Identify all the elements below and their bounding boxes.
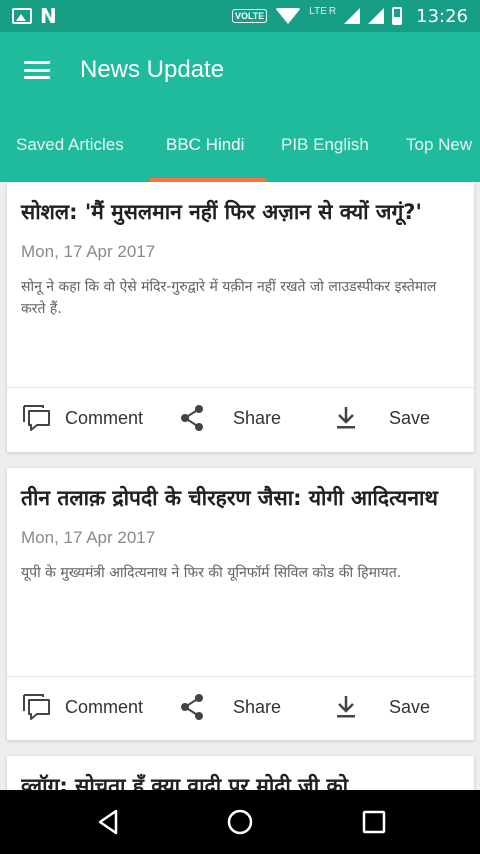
tab-bbc-hindi[interactable]: BBC Hindi: [166, 108, 244, 182]
save-label: Save: [389, 696, 431, 717]
share-label: Share: [233, 696, 282, 717]
tab-saved-articles[interactable]: Saved Articles: [16, 108, 124, 182]
save-button[interactable]: Save: [335, 405, 430, 431]
comment-label: Comment: [65, 407, 144, 428]
battery-icon: [392, 7, 403, 25]
article-card[interactable]: तीन तलाक़ द्रोपदी के चीरहरण जैसा: योगी आ…: [7, 468, 474, 740]
download-icon: [337, 407, 355, 429]
comment-button[interactable]: Comment: [21, 404, 143, 432]
share-label: Share: [233, 407, 282, 428]
article-card[interactable]: व्लॉग: सोचता हूँ क्या वादी पर मोदी जी को: [7, 756, 474, 790]
signal-icon-2: [368, 8, 385, 24]
system-nav-bar: [0, 790, 480, 854]
save-button[interactable]: Save: [335, 694, 430, 720]
app-title: News Update: [80, 56, 225, 83]
share-icon: [181, 405, 203, 431]
share-button[interactable]: Share: [179, 693, 281, 721]
comment-icon: [23, 694, 50, 720]
card-actions: Comment Share Save: [7, 679, 474, 735]
article-title[interactable]: सोशल: 'मैं मुसलमान नहीं फिर अज़ान से क्य…: [21, 196, 460, 228]
hamburger-menu-icon[interactable]: [24, 61, 50, 79]
article-card[interactable]: सोशल: 'मैं मुसलमान नहीं फिर अज़ान से क्य…: [7, 182, 474, 452]
lte-label: LTE: [309, 5, 327, 17]
app-bar: News Update: [0, 32, 480, 108]
gallery-notification-icon: [12, 8, 32, 24]
article-date: Mon, 17 Apr 2017: [21, 242, 156, 261]
recents-icon: [362, 810, 386, 834]
home-button[interactable]: [224, 806, 256, 838]
status-notifications: N: [12, 4, 57, 28]
status-bar: N VOLTE LTE R 13:26: [0, 0, 480, 32]
article-summary: यूपी के मुख्यमंत्री आदित्यनाथ ने फिर की …: [21, 565, 402, 581]
article-title[interactable]: व्लॉग: सोचता हूँ क्या वादी पर मोदी जी को: [21, 770, 460, 790]
article-title[interactable]: तीन तलाक़ द्रोपदी के चीरहरण जैसा: योगी आ…: [21, 482, 460, 514]
tab-top-news[interactable]: Top New: [406, 108, 472, 182]
card-actions: Comment Share Save: [7, 390, 474, 446]
article-feed[interactable]: सोशल: 'मैं मुसलमान नहीं फिर अज़ान से क्य…: [0, 182, 480, 790]
status-time: 13:26: [416, 5, 468, 27]
article-date: Mon, 17 Apr 2017: [21, 528, 156, 547]
comment-label: Comment: [65, 696, 144, 717]
share-button[interactable]: Share: [179, 404, 281, 432]
download-icon: [337, 696, 355, 718]
comment-button[interactable]: Comment: [21, 693, 143, 721]
status-indicators: VOLTE LTE R 13:26: [231, 5, 468, 27]
tab-pib-english[interactable]: PIB English: [281, 108, 369, 182]
share-icon: [181, 694, 203, 720]
n-notification-icon: N: [40, 4, 57, 28]
card-divider: [7, 676, 474, 677]
wifi-icon: [275, 8, 302, 24]
signal-icon: [344, 8, 361, 24]
save-label: Save: [389, 407, 431, 428]
roaming-label: R: [328, 5, 337, 17]
back-icon: [98, 809, 118, 835]
article-summary: सोनू ने कहा कि वो ऐसे मंदिर-गुरुद्वारे म…: [21, 279, 437, 317]
card-divider: [7, 387, 474, 388]
recents-button[interactable]: [358, 806, 390, 838]
back-button[interactable]: [92, 806, 124, 838]
comment-icon: [23, 405, 50, 431]
volte-badge: VOLTE: [231, 9, 268, 23]
home-icon: [227, 809, 253, 835]
tab-bar: Saved Articles BBC Hindi PIB English Top…: [0, 108, 480, 182]
